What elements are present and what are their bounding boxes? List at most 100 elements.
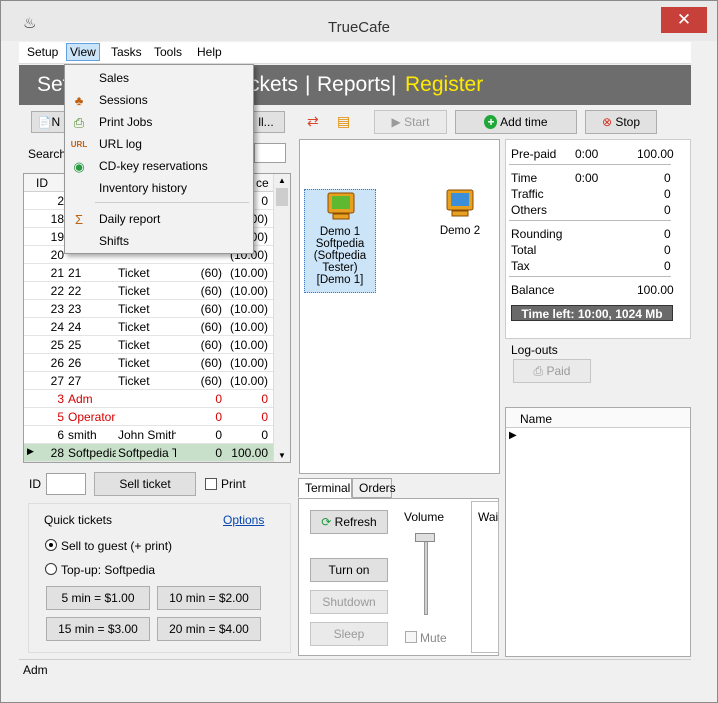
turn-on-button[interactable]: Turn on [310,558,388,582]
menu-item-inventory-history[interactable]: Inventory history [99,181,187,195]
menu-tools[interactable]: Tools [154,45,182,59]
cell-id: 18 [50,212,64,226]
col-name[interactable]: Name [520,412,552,426]
table-row[interactable]: 27 27 Ticket (60) (10.00) [24,372,274,390]
col-id[interactable]: ID [36,176,48,190]
balance-label: Balance [511,283,555,297]
menu-item-shifts[interactable]: Shifts [99,234,129,248]
cell-id: 23 [50,302,64,316]
add-time-button[interactable]: + Add time [455,110,577,134]
print-checkbox[interactable] [205,478,217,490]
logouts-grid[interactable]: Name ▶ [505,407,691,657]
menu-item-print-jobs[interactable]: Print Jobs [99,115,152,129]
cell-id: 28 [50,446,64,460]
cell-id: 24 [50,320,64,334]
nav-sep: | [305,73,311,96]
play-icon: ▶ [391,115,405,129]
start-button[interactable]: ▶ Start [374,110,447,134]
table-row[interactable]: 23 23 Ticket (60) (10.00) [24,300,274,318]
cell-price: (10.00) [229,320,268,334]
menu-item-daily-report[interactable]: Daily report [99,212,160,226]
sell-guest-radio[interactable] [45,539,57,551]
paid-button[interactable]: ⎙ Paid [513,359,591,383]
client-demo2[interactable]: Demo 2 [430,189,490,249]
stop-button[interactable]: ⊗ Stop [585,110,657,134]
clients-area[interactable]: Demo 1 Softpedia (Softpedia Tester) [Dem… [299,139,500,474]
menu-tasks[interactable]: Tasks [111,45,142,59]
refresh-icon: ⟳ [321,515,335,529]
scroll-up-icon[interactable]: ▲ [278,176,286,185]
cell-price: 0 [261,428,268,442]
search-label: Search [28,147,67,161]
menu-item-cd-key[interactable]: CD-key reservations [99,159,208,173]
cell-mins: 0 [215,428,222,442]
table-row[interactable]: 25 25 Ticket (60) (10.00) [24,336,274,354]
print-icon: ⎙ [533,364,547,378]
cell-id: 25 [50,338,64,352]
quick-ticket-button[interactable]: 15 min = $3.00 [46,617,150,641]
rounding-amount: 0 [664,227,671,241]
sell-ticket-button[interactable]: Sell ticket [94,472,196,496]
new-button[interactable]: 📄N [31,111,67,133]
report-icon: Σ [74,212,84,227]
nav-reports[interactable]: Reports [317,73,391,97]
scroll-thumb[interactable] [276,188,288,206]
table-row[interactable]: 21 21 Ticket (60) (10.00) [24,264,274,282]
time-value: 0:00 [575,171,599,185]
grid-header: Name [506,408,690,428]
id-input[interactable] [46,473,86,495]
sales-icon [70,71,88,87]
grid-scrollbar[interactable]: ▲ ▼ [273,174,290,462]
tab-orders[interactable]: Orders [352,478,396,498]
table-row[interactable]: 22 22 Ticket (60) (10.00) [24,282,274,300]
client-demo1[interactable]: Demo 1 Softpedia (Softpedia Tester) [Dem… [304,189,376,293]
options-link[interactable]: Options [223,513,264,527]
menu-item-sales[interactable]: Sales [99,71,129,85]
cell-id: 20 [50,248,64,262]
search-input[interactable] [254,143,286,163]
quick-ticket-button[interactable]: 10 min = $2.00 [157,586,261,610]
table-row[interactable]: 5 Operator 0 0 [24,408,274,426]
cell-type: Ticket [118,266,150,280]
menu-item-url-log[interactable]: URL log [99,137,142,151]
table-row[interactable]: 26 26 Ticket (60) (10.00) [24,354,274,372]
cell-price: (10.00) [229,266,268,280]
menu-item-sessions[interactable]: Sessions [99,93,148,107]
nav-tickets[interactable]: ckets [249,73,298,97]
refresh-button[interactable]: ⟳ Refresh [310,510,388,534]
table-row[interactable]: 28 SoftpediaSoftpedia Te 0 100.00 ▶ [24,444,274,462]
volume-slider[interactable] [415,533,435,542]
cell-type: Ticket [118,302,150,316]
menu-help[interactable]: Help [197,45,222,59]
sell-guest-label: Sell to guest (+ print) [61,539,173,553]
nav-register[interactable]: Register [405,73,483,97]
sessions-icon: ♣ [74,93,84,108]
quick-ticket-button[interactable]: 20 min = $4.00 [157,617,261,641]
table-row[interactable]: 24 24 Ticket (60) (10.00) [24,318,274,336]
quick-ticket-button[interactable]: 5 min = $1.00 [46,586,150,610]
total-amount: 0 [664,243,671,257]
topup-radio[interactable] [45,563,57,575]
tab-terminal[interactable]: Terminal [298,478,352,498]
sleep-button[interactable]: Sleep [310,622,388,646]
cell-login: Adm [68,392,93,406]
swap-icon[interactable]: ⇄ [307,113,319,130]
menu-setup[interactable]: Setup [27,45,58,59]
col-price[interactable]: ce [256,176,269,190]
row-pointer-icon: ▶ [509,430,517,441]
table-row[interactable]: 6 smith John Smith 0 0 [24,426,274,444]
print-label: Print [221,477,246,491]
cell-type: Ticket [118,338,150,352]
menu-view[interactable]: View [66,43,100,61]
quick-tickets-label: Quick tickets [44,513,113,527]
view-menu-dropdown: Sales ♣ Sessions ⎙ Print Jobs URL URL lo… [64,64,254,254]
close-button[interactable]: ✕ [661,7,707,33]
table-row[interactable]: 3 Adm 0 0 [24,390,274,408]
shutdown-button[interactable]: Shutdown [310,590,388,614]
cell-login: 26 [68,356,82,370]
mute-checkbox[interactable] [405,631,417,643]
prepaid-label: Pre-paid [511,147,557,161]
notes-icon[interactable]: ▤ [337,113,350,130]
scroll-down-icon[interactable]: ▼ [278,451,286,460]
client-label: Demo 2 [439,225,481,237]
